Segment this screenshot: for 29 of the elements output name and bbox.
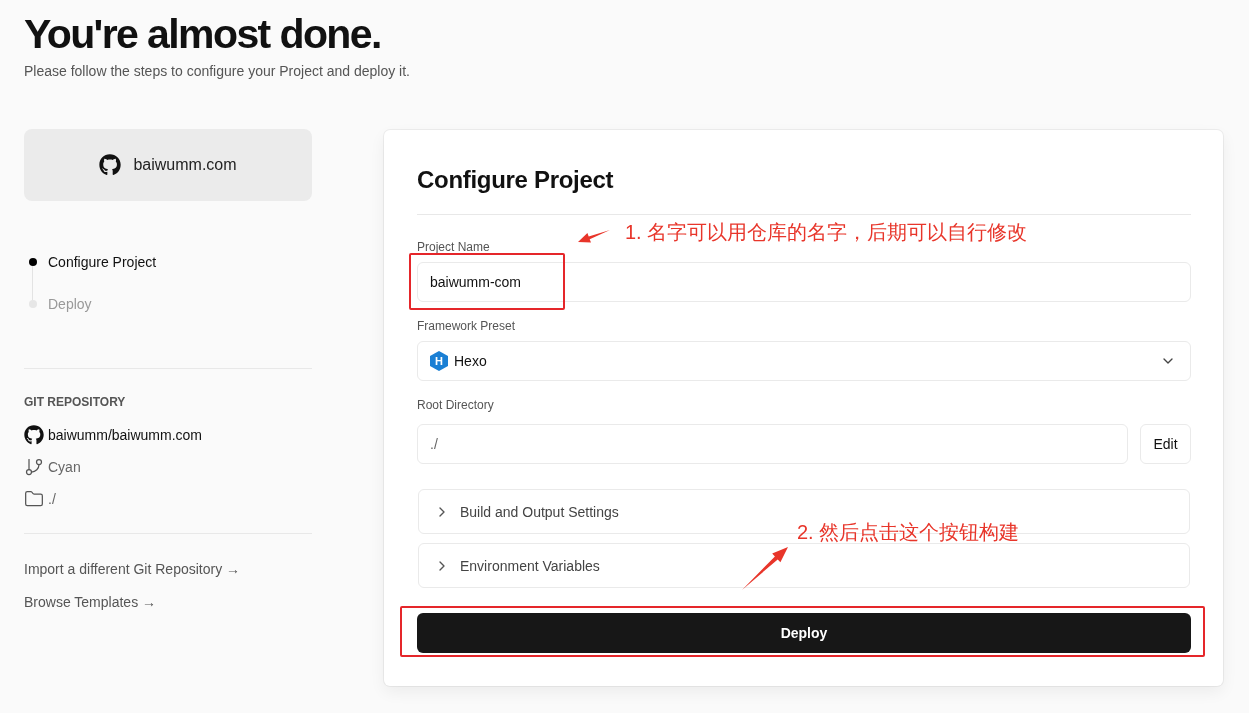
folder-icon [24, 489, 44, 509]
accordion-toggle[interactable]: Environment Variables [418, 543, 1190, 588]
framework-select[interactable]: H Hexo [417, 341, 1191, 381]
step-item: Deploy [24, 294, 92, 314]
field-label: Framework Preset [417, 318, 517, 334]
repo-detail-text: Cyan [48, 459, 81, 475]
section-heading: GIT REPOSITORY [24, 394, 127, 410]
repo-name: baiwumm.com [133, 156, 237, 174]
repo-detail-text: baiwumm/baiwumm.com [48, 427, 203, 443]
annotation-arrow [578, 228, 610, 245]
card-title: Configure Project [417, 165, 615, 195]
text-input[interactable]: baiwumm-com [417, 262, 1191, 302]
github-icon [24, 425, 44, 445]
annotation-text: 1. 名字可以用仓库的名字，后期可以自行修改 [625, 220, 1028, 244]
page-title: You're almost done. [24, 12, 382, 56]
hexagon-logo-icon: H [430, 351, 448, 371]
repo-detail-text: ./ [48, 491, 56, 507]
sidebar-link[interactable]: Import a different Git Repository → [24, 559, 241, 579]
field-label: Project Name [417, 239, 491, 255]
edit-button[interactable]: Edit [1140, 424, 1191, 464]
text-input[interactable]: ./ [417, 424, 1128, 464]
branch-icon [24, 457, 44, 477]
sidebar-link[interactable]: Browse Templates → [24, 592, 156, 612]
page-subtitle: Please follow the steps to configure your Project and deploy it. [24, 62, 411, 80]
deploy-button[interactable]: Deploy [417, 613, 1191, 653]
field-label: Root Directory [417, 397, 495, 413]
step-item: Configure Project [24, 252, 157, 272]
annotation-arrow [740, 545, 790, 592]
github-icon [99, 154, 122, 176]
